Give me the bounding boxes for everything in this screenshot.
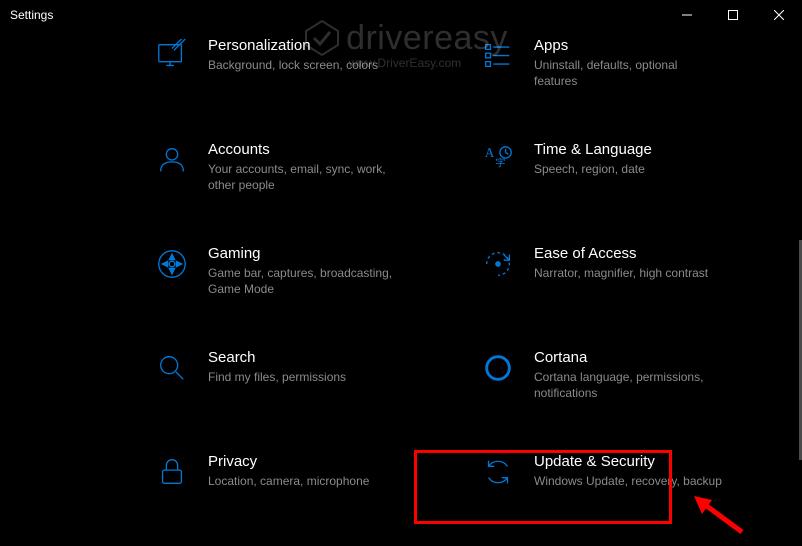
tile-desc: Your accounts, email, sync, work, other … [208,161,398,193]
tile-title: Cortana [534,348,768,368]
tile-gaming[interactable]: Gaming Game bar, captures, broadcasting,… [150,238,446,332]
update-security-icon [480,454,516,490]
tile-title: Personalization [208,36,442,56]
tile-desc: Cortana language, permissions, notificat… [534,369,724,401]
tile-desc: Uninstall, defaults, optional features [534,57,724,89]
tile-search[interactable]: Search Find my files, permissions [150,342,446,436]
tile-personalization[interactable]: Personalization Background, lock screen,… [150,30,446,124]
tile-update-security[interactable]: Update & Security Windows Update, recove… [476,446,772,540]
tile-apps[interactable]: Apps Uninstall, defaults, optional featu… [476,30,772,124]
search-icon [154,350,190,386]
tile-title: Accounts [208,140,442,160]
personalization-icon [154,38,190,74]
settings-grid: Personalization Background, lock screen,… [150,30,772,536]
tile-desc: Narrator, magnifier, high contrast [534,265,724,281]
tile-title: Apps [534,36,768,56]
ease-of-access-icon [480,246,516,282]
tile-title: Search [208,348,442,368]
gaming-icon [154,246,190,282]
window-title: Settings [10,8,53,22]
apps-icon [480,38,516,74]
tile-desc: Location, camera, microphone [208,473,398,489]
tile-title: Privacy [208,452,442,472]
tile-desc: Game bar, captures, broadcasting, Game M… [208,265,398,297]
tile-desc: Find my files, permissions [208,369,398,385]
cortana-icon [480,350,516,386]
minimize-button[interactable] [664,0,710,30]
tile-title: Gaming [208,244,442,264]
close-button[interactable] [756,0,802,30]
time-language-icon: A 字 [480,142,516,178]
tile-title: Time & Language [534,140,768,160]
tile-time-language[interactable]: A 字 Time & Language Speech, region, date [476,134,772,228]
tile-ease-of-access[interactable]: Ease of Access Narrator, magnifier, high… [476,238,772,332]
maximize-button[interactable] [710,0,756,30]
close-icon [774,10,784,20]
tile-desc: Background, lock screen, colors [208,57,398,73]
minimize-icon [682,10,692,20]
tile-desc: Speech, region, date [534,161,724,177]
tile-title: Update & Security [534,452,768,472]
tile-desc: Windows Update, recovery, backup [534,473,724,489]
svg-text:A: A [485,145,495,160]
accounts-icon [154,142,190,178]
titlebar: Settings [0,0,802,30]
tile-title: Ease of Access [534,244,768,264]
privacy-icon [154,454,190,490]
maximize-icon [728,10,738,20]
tile-cortana[interactable]: Cortana Cortana language, permissions, n… [476,342,772,436]
window-controls [664,0,802,30]
tile-accounts[interactable]: Accounts Your accounts, email, sync, wor… [150,134,446,228]
tile-privacy[interactable]: Privacy Location, camera, microphone [150,446,446,540]
